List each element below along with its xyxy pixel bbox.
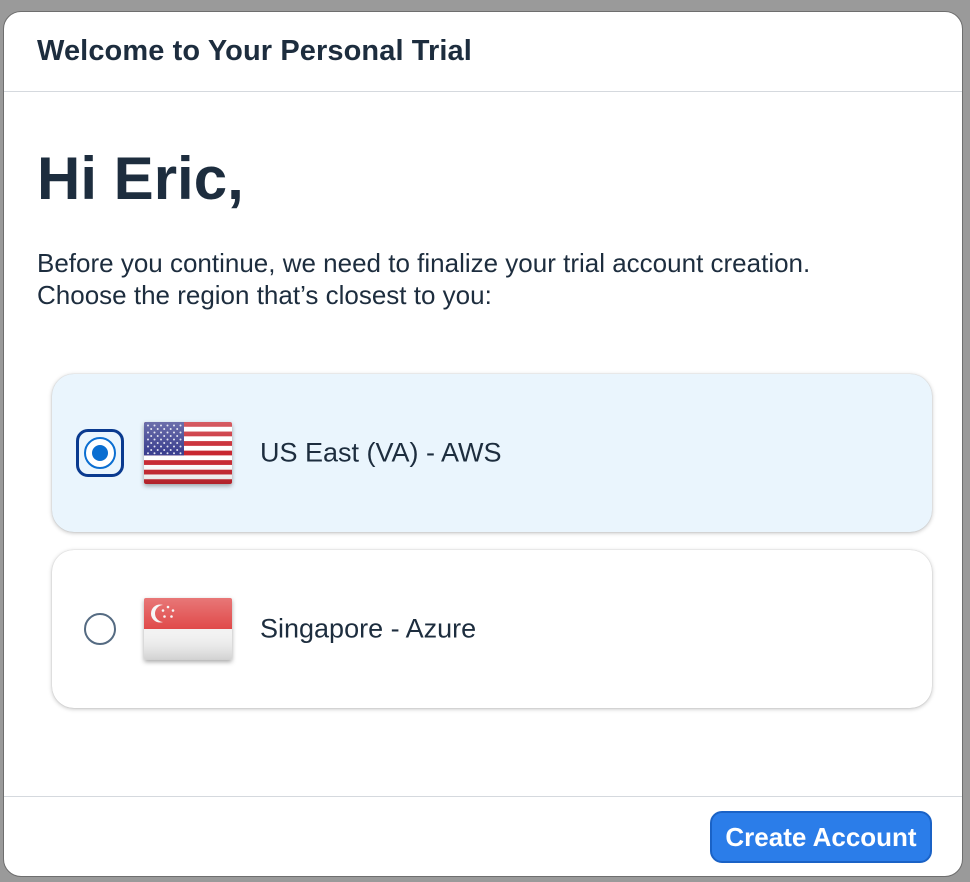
region-radio-us-east[interactable] [84, 437, 116, 469]
intro-text: Before you continue, we need to finalize… [37, 247, 810, 311]
region-radio-singapore[interactable] [84, 613, 116, 645]
intro-line-2: Choose the region that’s closest to you: [37, 280, 492, 310]
radio-selected-dot [92, 445, 108, 461]
dialog-footer: Create Account [4, 796, 962, 876]
region-option-singapore[interactable]: Singapore - Azure [52, 550, 932, 708]
greeting-heading: Hi Eric, [37, 145, 244, 212]
us-flag-icon [144, 422, 232, 484]
region-label-singapore: Singapore - Azure [260, 613, 477, 644]
intro-line-1: Before you continue, we need to finalize… [37, 248, 811, 278]
radio-wrap [76, 605, 124, 653]
region-label-us-east: US East (VA) - AWS [260, 437, 502, 468]
trial-dialog: Welcome to Your Personal Trial Hi Eric, … [3, 11, 963, 877]
region-option-us-east[interactable]: US East (VA) - AWS [52, 374, 932, 532]
dialog-header: Welcome to Your Personal Trial [4, 12, 962, 92]
radio-focus-ring [76, 429, 124, 477]
dialog-content: Hi Eric, Before you continue, we need to… [4, 92, 962, 798]
singapore-flag-icon [144, 598, 232, 660]
dialog-title: Welcome to Your Personal Trial [37, 35, 472, 67]
create-account-button[interactable]: Create Account [710, 811, 932, 863]
